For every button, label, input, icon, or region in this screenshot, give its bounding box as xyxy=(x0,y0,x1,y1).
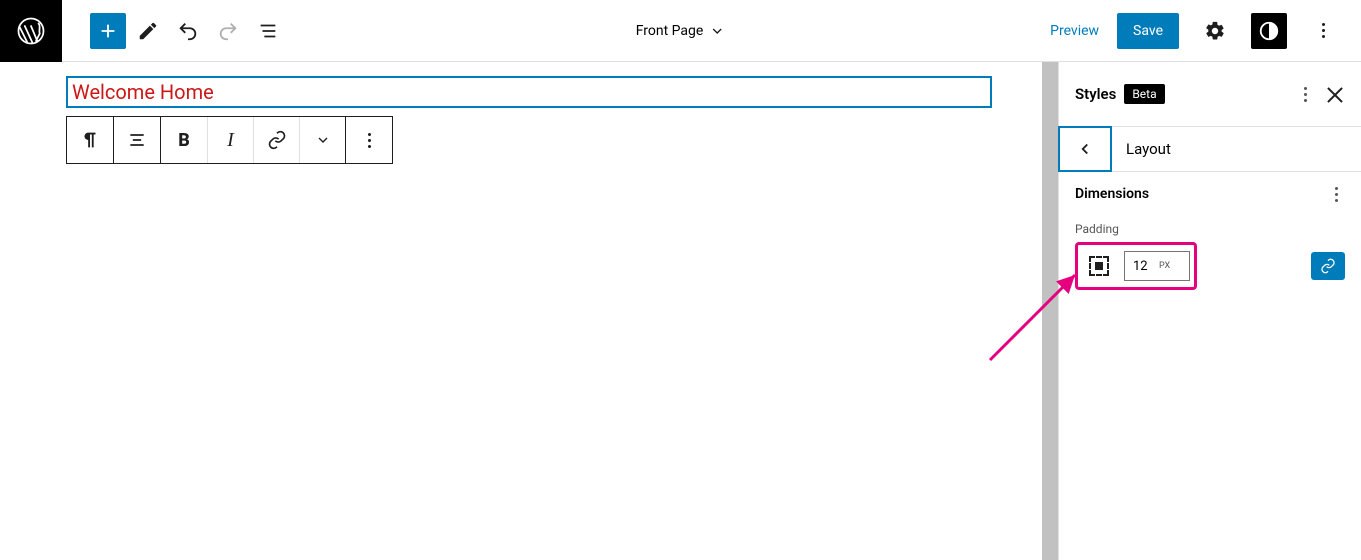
wordpress-logo[interactable] xyxy=(0,0,62,62)
dimensions-more-button[interactable] xyxy=(1327,187,1345,202)
align-icon xyxy=(127,130,147,150)
padding-label: Padding xyxy=(1059,210,1361,242)
editor-canvas: Welcome Home B I xyxy=(0,62,1058,560)
save-button[interactable]: Save xyxy=(1117,13,1179,49)
chevron-down-icon xyxy=(709,23,725,39)
add-block-button[interactable] xyxy=(90,13,126,49)
padding-control-highlight: PX xyxy=(1075,242,1197,290)
dimensions-section-header: Dimensions xyxy=(1059,172,1361,210)
contrast-icon xyxy=(1258,20,1280,42)
chevron-left-icon xyxy=(1076,140,1094,158)
preview-button[interactable]: Preview xyxy=(1050,23,1099,39)
edit-mode-button[interactable] xyxy=(130,13,166,49)
paragraph-block[interactable]: Welcome Home xyxy=(66,76,992,108)
italic-button[interactable]: I xyxy=(207,117,253,163)
settings-button[interactable] xyxy=(1197,13,1233,49)
padding-row: PX xyxy=(1059,242,1361,290)
toolbar-right: Preview Save xyxy=(1050,13,1361,49)
bold-icon: B xyxy=(178,130,190,151)
close-panel-button[interactable] xyxy=(1325,84,1345,104)
link-button[interactable] xyxy=(253,117,299,163)
italic-icon: I xyxy=(227,129,234,152)
padding-input-wrapper: PX xyxy=(1124,251,1190,281)
panel-more-button[interactable] xyxy=(1293,76,1317,112)
beta-badge: Beta xyxy=(1124,84,1164,104)
padding-sides-button[interactable] xyxy=(1082,249,1116,283)
list-view-icon xyxy=(257,20,279,42)
nav-section-title: Layout xyxy=(1112,127,1361,171)
styles-panel-title: Styles xyxy=(1075,85,1116,103)
document-title-dropdown[interactable]: Front Page xyxy=(636,23,726,39)
toolbar-left xyxy=(62,13,286,49)
kebab-icon xyxy=(1296,87,1314,102)
sidebar: Styles Beta Layout Dimensions Padding PX xyxy=(1058,62,1361,560)
editor-top-bar: Front Page Preview Save xyxy=(0,0,1361,62)
bold-button[interactable]: B xyxy=(161,117,207,163)
kebab-icon xyxy=(1327,187,1345,202)
align-button[interactable] xyxy=(114,117,160,163)
box-icon xyxy=(1089,256,1109,276)
paragraph-icon xyxy=(79,129,101,151)
wordpress-icon xyxy=(16,16,46,46)
undo-icon xyxy=(177,20,199,42)
styles-toggle-button[interactable] xyxy=(1251,13,1287,49)
more-menu-button[interactable] xyxy=(1305,13,1341,49)
plus-icon xyxy=(97,20,119,42)
chevron-down-icon xyxy=(315,132,331,148)
more-rich-text-button[interactable] xyxy=(299,117,345,163)
back-button[interactable] xyxy=(1058,126,1112,172)
styles-nav-row: Layout xyxy=(1059,127,1361,172)
pencil-icon xyxy=(137,20,159,42)
redo-icon xyxy=(217,20,239,42)
block-toolbar: B I xyxy=(66,116,393,164)
link-icon xyxy=(267,130,287,150)
kebab-icon xyxy=(360,133,378,148)
list-view-button[interactable] xyxy=(250,13,286,49)
block-type-button[interactable] xyxy=(67,117,113,163)
padding-value-input[interactable] xyxy=(1125,259,1159,274)
gear-icon xyxy=(1204,20,1226,42)
undo-button[interactable] xyxy=(170,13,206,49)
dimensions-title: Dimensions xyxy=(1075,186,1149,202)
link-sides-button[interactable] xyxy=(1311,252,1345,280)
redo-button[interactable] xyxy=(210,13,246,49)
styles-panel-header: Styles Beta xyxy=(1059,62,1361,127)
padding-unit-label: PX xyxy=(1159,261,1174,271)
kebab-icon xyxy=(1314,23,1332,38)
block-options-button[interactable] xyxy=(346,117,392,163)
canvas-scrollbar[interactable] xyxy=(1042,62,1058,560)
document-title-text: Front Page xyxy=(636,23,704,39)
link-icon xyxy=(1320,258,1336,274)
